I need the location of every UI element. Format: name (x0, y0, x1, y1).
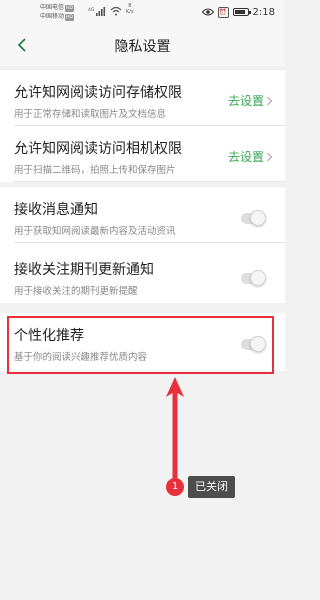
setting-title: 允许知网阅读访问存储权限 (14, 85, 182, 101)
toggle-knob (250, 210, 266, 226)
setting-subtitle: 用于获取知网阅读最新内容及活动资讯 (14, 226, 176, 237)
chevron-right-icon (267, 96, 273, 105)
setting-message-notification: 接收消息通知 用于获取知网阅读最新内容及活动资讯 (0, 187, 285, 243)
chevron-right-icon (267, 152, 273, 161)
setting-storage-permission[interactable]: 允许知网阅读访问存储权限 用于正常存储和读取图片及文档信息 去设置 (0, 70, 285, 126)
arrow-up-icon (166, 377, 184, 493)
toggle-knob (250, 270, 266, 286)
setting-subtitle: 用于接收关注的期刊更新提醒 (14, 286, 138, 297)
go-settings-button[interactable]: 去设置 (228, 92, 273, 109)
setting-title: 接收消息通知 (14, 202, 98, 218)
svg-text:4G: 4G (88, 7, 95, 13)
setting-title: 接收关注期刊更新通知 (14, 262, 154, 278)
wifi-icon (110, 6, 122, 16)
setting-subtitle: 用于扫描二维码，拍照上传和保存图片 (14, 165, 176, 176)
setting-camera-permission[interactable]: 允许知网阅读访问相机权限 用于扫描二维码，拍照上传和保存图片 去设置 (0, 126, 285, 182)
header-bar: 隐私设置 (0, 24, 285, 66)
step-badge: 1 (166, 478, 184, 496)
page-title: 隐私设置 (114, 39, 171, 55)
network-speed: 8 K/s (126, 3, 134, 15)
go-settings-button[interactable]: 去设置 (228, 148, 273, 165)
highlight-box (7, 316, 274, 374)
eye-icon (201, 8, 214, 16)
divider (14, 181, 285, 182)
setting-subtitle: 用于正常存储和读取图片及文档信息 (14, 109, 167, 120)
alarm-icon: ⏰ (217, 6, 229, 18)
journal-update-toggle[interactable] (241, 270, 266, 286)
hd-badge: HD (65, 5, 74, 12)
setting-journal-update-notification: 接收关注期刊更新通知 用于接收关注的期刊更新提醒 (0, 243, 285, 303)
clock: 2:18 (252, 6, 275, 18)
status-bar: 中国电信 HD 中国移动 HD 4G 8 K/s ⏰ 2:18 (0, 0, 285, 24)
carrier-1: 中国电信 (40, 4, 65, 11)
hd-badge: HD (65, 14, 74, 21)
battery-icon (232, 8, 251, 16)
notification-toggle[interactable] (241, 210, 266, 226)
signal-icon: 4G (88, 7, 106, 16)
carrier-2: 中国移动 (40, 13, 65, 20)
closed-tooltip: 已关闭 (188, 476, 235, 498)
setting-title: 允许知网阅读访问相机权限 (14, 141, 182, 157)
